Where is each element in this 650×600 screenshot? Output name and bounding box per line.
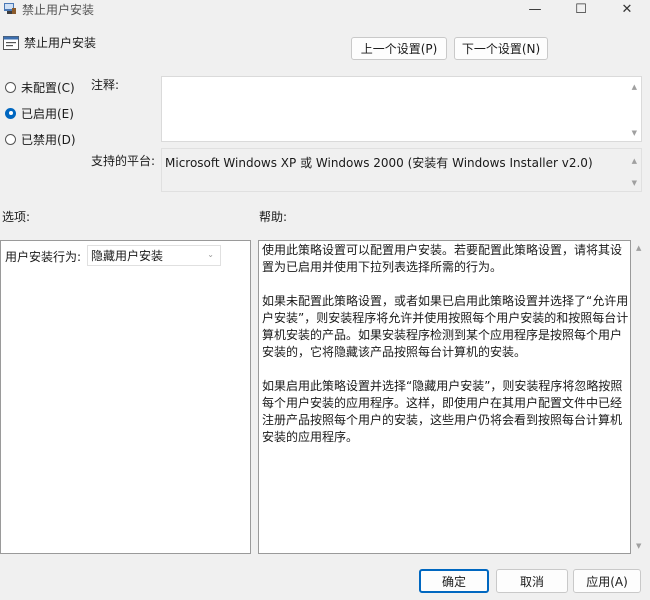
minimize-icon: — [528, 1, 542, 17]
previous-setting-button[interactable]: 上一个设置(P) [351, 37, 447, 60]
help-paragraph: 如果未配置此策略设置，或者如果已启用此策略设置并选择了“允许用户安装”，则安装程… [262, 294, 629, 359]
radio-label: 已启用(E) [21, 106, 74, 121]
select-value: 隐藏用户安装 [91, 249, 164, 263]
close-icon: ✕ [621, 1, 633, 17]
radio-enabled[interactable]: 已启用(E) [5, 104, 74, 122]
scroll-up-icon[interactable]: ▲ [632, 83, 637, 91]
cancel-button[interactable]: 取消 [496, 569, 568, 593]
help-scrollbar[interactable]: ▲ ▼ [632, 240, 648, 554]
maximize-icon: ☐ [575, 1, 587, 17]
platform-label: 支持的平台: [91, 154, 156, 168]
scroll-down-icon[interactable]: ▼ [632, 129, 637, 137]
radio-not-configured[interactable]: 未配置(C) [5, 78, 75, 96]
chevron-down-icon: ⌄ [207, 250, 214, 259]
platform-textbox: Microsoft Windows XP 或 Windows 2000 (安装有… [161, 148, 642, 192]
policy-title: 禁止用户安装 [24, 36, 97, 50]
comment-label: 注释: [91, 78, 120, 92]
help-text: 使用此策略设置可以配置用户安装。若要配置此策略设置，请将其设置为已启用并使用下拉… [262, 242, 630, 463]
comment-textbox[interactable]: ▲ ▼ [161, 76, 642, 142]
radio-label: 未配置(C) [21, 80, 75, 95]
policy-app-icon [4, 3, 16, 14]
title-bar: 禁止用户安装 — ☐ ✕ [0, 0, 650, 18]
policy-setting-icon [3, 36, 19, 50]
ok-button[interactable]: 确定 [419, 569, 489, 593]
radio-indicator [5, 133, 16, 145]
help-paragraph: 使用此策略设置可以配置用户安装。若要配置此策略设置，请将其设置为已启用并使用下拉… [262, 243, 623, 274]
platform-value: Microsoft Windows XP 或 Windows 2000 (安装有… [165, 156, 593, 170]
options-pane: 用户安装行为: 隐藏用户安装 ⌄ [0, 240, 251, 554]
minimize-button[interactable]: — [512, 0, 558, 18]
close-button[interactable]: ✕ [604, 0, 650, 18]
user-install-behavior-label: 用户安装行为: [5, 250, 82, 264]
radio-indicator [5, 107, 16, 119]
radio-label: 已禁用(D) [21, 132, 76, 147]
scroll-down-icon[interactable]: ▼ [636, 542, 641, 550]
help-paragraph: 如果启用此策略设置并选择“隐藏用户安装”，则安装程序将忽略按照每个用户安装的应用… [262, 379, 623, 444]
next-setting-button[interactable]: 下一个设置(N) [454, 37, 548, 60]
apply-button[interactable]: 应用(A) [573, 569, 641, 593]
radio-indicator [5, 81, 16, 93]
options-section-label: 选项: [2, 210, 31, 224]
user-install-behavior-select[interactable]: 隐藏用户安装 ⌄ [87, 245, 221, 266]
radio-disabled[interactable]: 已禁用(D) [5, 130, 76, 148]
scroll-up-icon[interactable]: ▲ [636, 244, 641, 252]
scroll-up-icon[interactable]: ▲ [632, 157, 637, 165]
help-section-label: 帮助: [259, 210, 288, 224]
maximize-button[interactable]: ☐ [558, 0, 604, 18]
scroll-down-icon[interactable]: ▼ [632, 179, 637, 187]
window-title: 禁止用户安装 [22, 3, 95, 17]
